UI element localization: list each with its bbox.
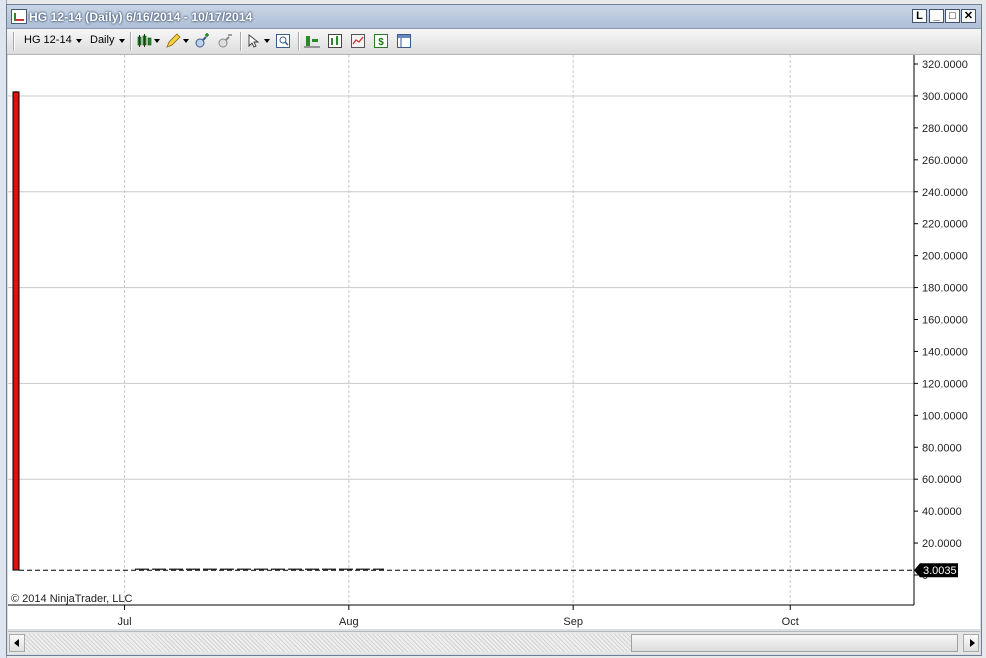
x-tick-label: Oct [782, 616, 799, 628]
chart-style-candlestick-icon[interactable] [136, 33, 152, 49]
horizontal-scrollbar[interactable] [8, 631, 980, 654]
chart-style-caret-icon[interactable] [154, 39, 160, 43]
scroll-right-button[interactable] [963, 634, 979, 652]
chart-window-icon [11, 9, 27, 24]
toolbar-separator [130, 32, 132, 51]
y-tick-label: 240.0000 [922, 187, 968, 199]
x-axis[interactable]: Jul Aug Sep Oct [118, 605, 799, 628]
y-tick-label: 100.0000 [922, 410, 968, 422]
toolbar-separator [240, 32, 242, 51]
y-tick-label: 300.0000 [922, 91, 968, 103]
scroll-thumb[interactable] [631, 634, 958, 652]
drawing-tool-caret-icon[interactable] [183, 39, 189, 43]
last-price-lines [19, 568, 914, 571]
chart-window: HG 12-14 (Daily) 6/16/2014 - 10/17/2014 … [6, 4, 982, 656]
maximize-button[interactable]: □ [945, 9, 960, 23]
last-price-label: 3.0035 [923, 565, 957, 577]
close-button[interactable]: ✕ [961, 9, 976, 23]
minimize-button[interactable]: _ [929, 9, 944, 23]
dollar-pnl-icon[interactable]: $ [373, 33, 389, 49]
price-bar[interactable] [12, 91, 20, 571]
cursor-pointer-icon[interactable] [246, 33, 262, 49]
interval-dropdown-caret-icon[interactable] [119, 39, 125, 43]
y-tick-label: 40.0000 [922, 506, 962, 518]
zoom-out-icon[interactable] [217, 33, 233, 49]
price-chart[interactable]: 320.0000 300.0000 280.0000 260.0000 240.0000… [8, 55, 980, 629]
cursor-caret-icon[interactable] [264, 39, 270, 43]
y-tick-label: 200.0000 [922, 251, 968, 263]
x-tick-label: Sep [563, 616, 583, 628]
y-tick-label: 120.0000 [922, 378, 968, 390]
app-window: HG 12-14 (Daily) 6/16/2014 - 10/17/2014 … [0, 0, 986, 658]
data-box-icon[interactable] [275, 33, 291, 49]
instrument-selector[interactable]: HG 12-14 [24, 34, 72, 46]
order-entry-icon[interactable] [304, 33, 320, 49]
y-tick-label: 260.0000 [922, 155, 968, 167]
price-bars [12, 91, 20, 571]
pencil-drawing-tool-icon[interactable] [165, 33, 181, 49]
scroll-left-button[interactable] [9, 634, 25, 652]
y-tick-label: 220.0000 [922, 219, 968, 231]
y-tick-label: 140.0000 [922, 346, 968, 358]
y-tick-label: 80.0000 [922, 442, 962, 454]
title-bar[interactable]: HG 12-14 (Daily) 6/16/2014 - 10/17/2014 … [7, 5, 981, 29]
y-tick-label: 160.0000 [922, 315, 968, 327]
svg-text:$: $ [378, 37, 384, 48]
chart-properties-icon[interactable] [396, 33, 412, 49]
gridlines [8, 55, 914, 605]
link-button[interactable]: L [912, 9, 927, 23]
copyright-notice: © 2014 NinjaTrader, LLC [11, 593, 132, 605]
indicators-icon[interactable] [327, 33, 343, 49]
instrument-dropdown-caret-icon[interactable] [76, 39, 82, 43]
x-tick-label: Jul [118, 616, 132, 628]
y-tick-label: 320.0000 [922, 59, 968, 71]
x-tick-label: Aug [339, 616, 359, 628]
y-tick-label: 60.0000 [922, 474, 962, 486]
interval-selector[interactable]: Daily [90, 34, 114, 46]
window-title: HG 12-14 (Daily) 6/16/2014 - 10/17/2014 [29, 10, 253, 24]
toolbar-grip [13, 32, 15, 51]
y-tick-label: 20.0000 [922, 538, 962, 550]
zoom-in-icon[interactable] [194, 33, 210, 49]
y-tick-label: 180.0000 [922, 283, 968, 295]
toolbar-separator [298, 32, 300, 51]
chart-panel[interactable]: 320.0000 300.0000 280.0000 260.0000 240.0000… [8, 55, 980, 629]
strategies-icon[interactable] [350, 33, 366, 49]
scroll-track[interactable] [25, 634, 631, 652]
y-tick-label: 280.0000 [922, 123, 968, 135]
chart-toolbar: HG 12-14 Daily $ [7, 29, 981, 55]
last-price-marker: 3.0035 [914, 563, 958, 578]
y-axis[interactable]: 320.0000 300.0000 280.0000 260.0000 240.0000… [914, 59, 968, 582]
